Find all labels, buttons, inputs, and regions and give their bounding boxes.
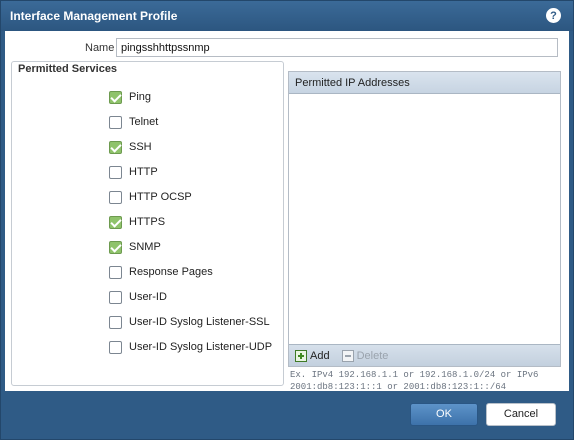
- checkbox-ping[interactable]: [109, 90, 122, 104]
- checkbox-user-id-syslog-udp[interactable]: [109, 340, 122, 354]
- service-label: User-ID Syslog Listener-UDP: [129, 341, 273, 353]
- permitted-services-legend: Permitted Services: [15, 63, 121, 75]
- service-label: HTTP: [129, 166, 158, 178]
- checkbox-telnet[interactable]: [109, 115, 122, 129]
- checkbox-http[interactable]: [109, 165, 122, 179]
- service-user-id-syslog-udp[interactable]: User-ID Syslog Listener-UDP: [109, 339, 272, 355]
- service-label: SNMP: [129, 241, 161, 253]
- service-label: Telnet: [129, 116, 159, 128]
- service-https[interactable]: HTTPS: [109, 214, 165, 230]
- dialog-titlebar: Interface Management Profile ?: [1, 1, 573, 31]
- service-snmp[interactable]: SNMP: [109, 239, 161, 255]
- checkbox-ssh[interactable]: [109, 140, 122, 154]
- dialog-footer: OK Cancel: [1, 391, 573, 439]
- plus-icon: [295, 349, 307, 362]
- help-icon[interactable]: ?: [546, 8, 561, 23]
- service-label: User-ID: [129, 291, 167, 303]
- permitted-ip-header: Permitted IP Addresses: [289, 72, 560, 94]
- service-user-id-syslog-ssl[interactable]: User-ID Syslog Listener-SSL: [109, 314, 270, 330]
- minus-icon: [341, 349, 354, 362]
- delete-ip-button[interactable]: Delete: [341, 349, 389, 362]
- add-ip-button[interactable]: Add: [295, 349, 330, 362]
- service-label: HTTPS: [129, 216, 166, 228]
- interface-management-profile-dialog: Interface Management Profile ? Name Perm…: [0, 0, 574, 440]
- dialog-body: Name Permitted Services Ping Telnet SSH …: [5, 31, 569, 392]
- checkbox-user-id[interactable]: [109, 290, 122, 304]
- checkbox-http-ocsp[interactable]: [109, 190, 122, 204]
- permitted-ip-toolbar: Add Delete: [289, 344, 560, 366]
- service-label: User-ID Syslog Listener-SSL: [129, 316, 270, 328]
- service-telnet[interactable]: Telnet: [109, 114, 158, 130]
- service-http[interactable]: HTTP: [109, 164, 158, 180]
- checkbox-snmp[interactable]: [109, 240, 122, 254]
- service-label: HTTP OCSP: [129, 191, 192, 203]
- ip-format-hint: Ex. IPv4 192.168.1.1 or 192.168.1.0/24 o…: [290, 370, 539, 392]
- delete-label: Delete: [356, 349, 389, 362]
- checkbox-user-id-syslog-ssl[interactable]: [109, 315, 122, 329]
- dialog-title: Interface Management Profile: [10, 9, 178, 23]
- service-response-pages[interactable]: Response Pages: [109, 264, 213, 280]
- cancel-button[interactable]: Cancel: [486, 403, 556, 426]
- checkbox-https[interactable]: [109, 215, 122, 229]
- service-ping[interactable]: Ping: [109, 89, 151, 105]
- service-label: Response Pages: [129, 266, 213, 278]
- name-input[interactable]: [116, 38, 558, 57]
- service-label: Ping: [129, 91, 152, 103]
- ok-button[interactable]: OK: [410, 403, 478, 426]
- checkbox-response-pages[interactable]: [109, 265, 122, 279]
- permitted-ip-panel: Permitted IP Addresses Add Delete: [288, 71, 561, 367]
- service-label: SSH: [129, 141, 152, 153]
- service-user-id[interactable]: User-ID: [109, 289, 167, 305]
- service-http-ocsp[interactable]: HTTP OCSP: [109, 189, 192, 205]
- name-label: Name: [85, 42, 115, 54]
- service-ssh[interactable]: SSH: [109, 139, 152, 155]
- add-label: Add: [310, 349, 330, 362]
